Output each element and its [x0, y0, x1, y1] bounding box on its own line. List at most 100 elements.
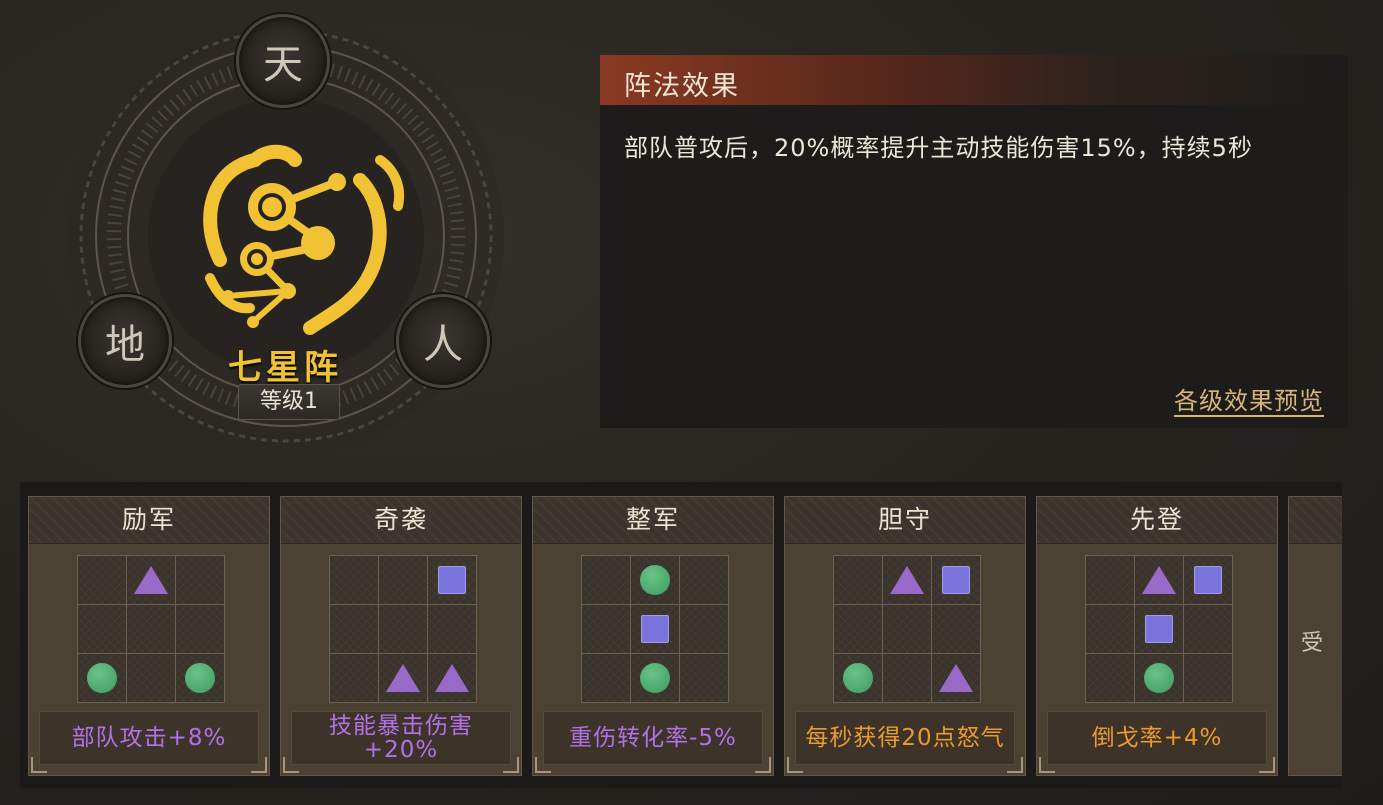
formation-grid — [833, 555, 981, 703]
bonus-text: 倒戈率+4% — [1047, 711, 1267, 765]
square-icon — [641, 615, 669, 643]
grid-cell — [1086, 605, 1134, 653]
grid-cell — [330, 556, 378, 604]
earth-button[interactable]: 地 — [78, 294, 172, 388]
card-title: 奇袭 — [281, 497, 521, 544]
human-glyph: 人 — [423, 322, 463, 368]
card-title: 整军 — [533, 497, 773, 544]
corner-ornament — [755, 757, 771, 773]
card-title: 先登 — [1037, 497, 1277, 544]
triangle-icon — [386, 664, 420, 692]
circle-icon — [640, 565, 670, 595]
corner-ornament — [1039, 757, 1055, 773]
grid-cell — [1184, 556, 1232, 604]
heaven-button[interactable]: 天 — [236, 14, 330, 108]
grid-cell — [631, 556, 679, 604]
circle-icon — [87, 663, 117, 693]
grid-cell — [1135, 556, 1183, 604]
grid-cell — [834, 605, 882, 653]
formation-grid — [1085, 555, 1233, 703]
effect-header: 阵法效果 — [600, 55, 1348, 105]
grid-cell — [127, 654, 175, 702]
square-icon — [438, 566, 466, 594]
grid-cell — [631, 654, 679, 702]
bonus-text: 技能暴击伤害+20% — [291, 711, 511, 765]
triangle-icon — [939, 664, 973, 692]
partial-card-text: 受 — [1301, 631, 1324, 656]
bonus-text: 部队攻击+8% — [39, 711, 259, 765]
grid-cell — [127, 605, 175, 653]
corner-ornament — [535, 757, 551, 773]
grid-cell — [379, 556, 427, 604]
grid-cell — [1086, 556, 1134, 604]
grid-cell — [680, 556, 728, 604]
triangle-icon — [435, 664, 469, 692]
corner-ornament — [787, 757, 803, 773]
grid-cell — [1086, 654, 1134, 702]
grid-cell — [1184, 605, 1232, 653]
grid-cell — [78, 556, 126, 604]
formation-grid — [581, 555, 729, 703]
grid-cell — [932, 654, 980, 702]
grid-cell — [932, 605, 980, 653]
square-icon — [942, 566, 970, 594]
bonus-card[interactable]: 先登倒戈率+4% — [1036, 496, 1278, 776]
corner-ornament — [1007, 757, 1023, 773]
bonus-card-partial[interactable]: 受 — [1288, 496, 1342, 776]
effect-description: 部队普攻后，20%概率提升主动技能伤害15%，持续5秒 — [624, 134, 1253, 162]
grid-cell — [834, 654, 882, 702]
triangle-icon — [890, 566, 924, 594]
grid-cell — [127, 556, 175, 604]
grid-cell — [680, 654, 728, 702]
grid-cell — [631, 605, 679, 653]
bonus-card[interactable]: 励军部队攻击+8% — [28, 496, 270, 776]
square-icon — [1194, 566, 1222, 594]
grid-cell — [330, 654, 378, 702]
card-title: 胆守 — [785, 497, 1025, 544]
grid-cell — [834, 556, 882, 604]
grid-cell — [379, 654, 427, 702]
grid-cell — [582, 654, 630, 702]
bonus-text: 每秒获得20点怒气 — [795, 711, 1015, 765]
card-header — [1289, 497, 1342, 544]
bonus-text: 重伤转化率-5% — [543, 711, 763, 765]
grid-cell — [883, 556, 931, 604]
circle-icon — [640, 663, 670, 693]
corner-ornament — [283, 757, 299, 773]
grid-cell — [176, 605, 224, 653]
bonus-card[interactable]: 奇袭技能暴击伤害+20% — [280, 496, 522, 776]
grid-cell — [379, 605, 427, 653]
corner-ornament — [503, 757, 519, 773]
bonus-card-strip[interactable]: 励军 部队攻击+8% 奇袭 技能暴击伤害+20% 整军 重伤转化率-5% 胆守 每秒获得20点… — [20, 482, 1342, 788]
card-title: 励军 — [29, 497, 269, 544]
human-button[interactable]: 人 — [396, 294, 490, 388]
level-badge: 等级1 — [238, 384, 340, 420]
grid-cell — [883, 654, 931, 702]
bonus-card[interactable]: 胆守每秒获得20点怒气 — [784, 496, 1026, 776]
level-effects-preview-link[interactable]: 各级效果预览 — [1174, 381, 1324, 416]
corner-ornament — [1259, 757, 1275, 773]
circle-icon — [1144, 663, 1174, 693]
grid-cell — [78, 654, 126, 702]
bonus-card[interactable]: 整军重伤转化率-5% — [532, 496, 774, 776]
triangle-icon — [134, 566, 168, 594]
grid-cell — [78, 605, 126, 653]
grid-cell — [883, 605, 931, 653]
heaven-glyph: 天 — [263, 42, 303, 88]
corner-ornament — [251, 757, 267, 773]
square-icon — [1145, 615, 1173, 643]
grid-cell — [582, 556, 630, 604]
grid-cell — [176, 556, 224, 604]
grid-cell — [330, 605, 378, 653]
grid-cell — [680, 605, 728, 653]
triangle-icon — [1142, 566, 1176, 594]
grid-cell — [428, 605, 476, 653]
circle-icon — [843, 663, 873, 693]
grid-cell — [932, 556, 980, 604]
formation-grid — [329, 555, 477, 703]
circle-icon — [185, 663, 215, 693]
grid-cell — [428, 556, 476, 604]
effect-title: 阵法效果 — [624, 71, 740, 102]
grid-cell — [582, 605, 630, 653]
grid-cell — [1184, 654, 1232, 702]
